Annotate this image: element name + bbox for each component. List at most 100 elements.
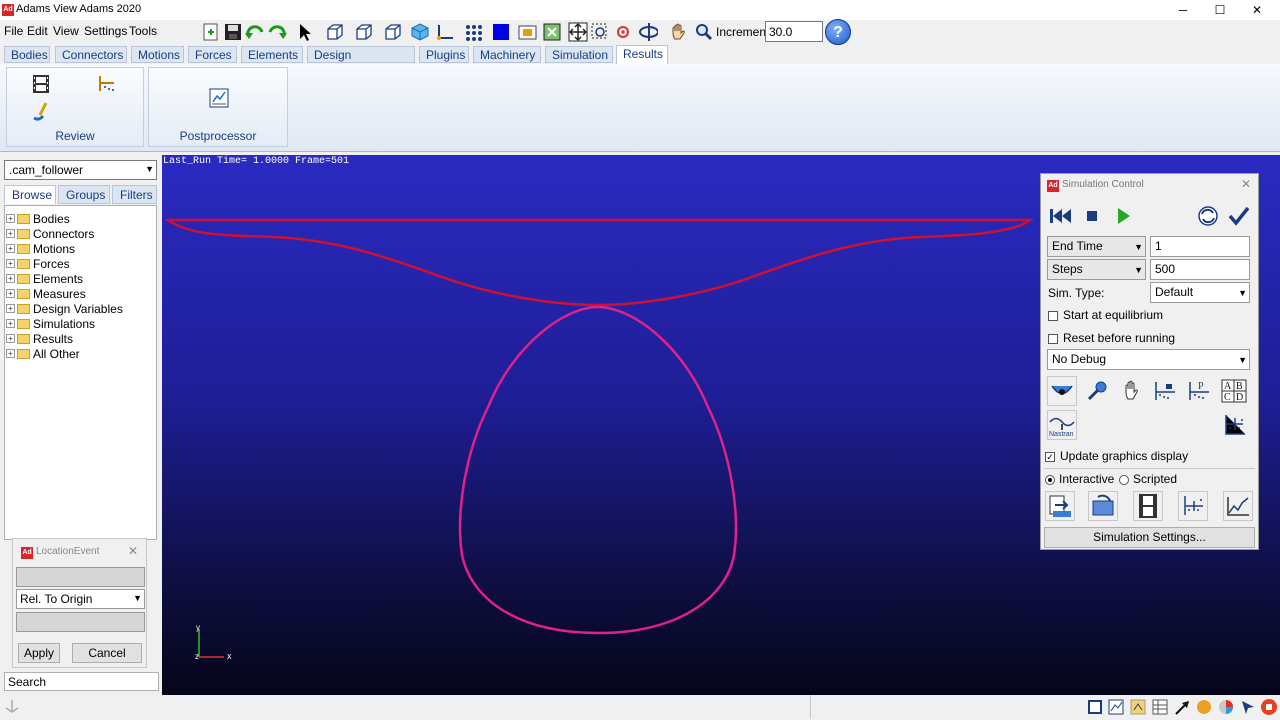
undo-icon[interactable] (245, 22, 265, 42)
refresh-button[interactable] (1193, 201, 1223, 231)
stop-status-icon[interactable] (1260, 698, 1278, 719)
model-select[interactable]: .cam_follower ▼ (4, 160, 157, 180)
reset-to-start-button[interactable] (1045, 201, 1075, 231)
center-view-icon[interactable] (613, 22, 633, 42)
location-mode-select[interactable]: Rel. To Origin ▼ (16, 589, 145, 609)
stop-button[interactable] (1077, 201, 1107, 231)
tree-item[interactable]: + Simulations (6, 316, 95, 331)
zoom-magnifier-icon[interactable] (694, 22, 714, 42)
tree-item[interactable]: + Bodies (6, 211, 70, 226)
view-mode-icon[interactable] (1087, 699, 1103, 718)
load-results-icon[interactable] (1088, 491, 1118, 521)
tab-filters[interactable]: Filters (112, 185, 157, 204)
start-equilibrium-checkbox[interactable] (1048, 310, 1058, 321)
measure-plot-icon[interactable] (97, 75, 117, 96)
tree-item[interactable]: + Measures (6, 286, 86, 301)
zoom-box-icon[interactable] (590, 22, 610, 42)
plot-p-icon[interactable]: P (1184, 376, 1214, 406)
tab-forces[interactable]: Forces (188, 46, 237, 63)
pan-hand-icon[interactable] (668, 22, 688, 42)
location-input[interactable] (16, 567, 145, 587)
start-equilibrium-row[interactable]: Start at equilibrium (1048, 308, 1163, 322)
film-animation-icon[interactable] (1133, 491, 1163, 521)
redo-icon[interactable] (267, 22, 287, 42)
hand-interact-icon[interactable] (1116, 376, 1146, 406)
checkmark-icon[interactable] (1224, 201, 1254, 231)
tab-design-exploration[interactable]: Design Exploration (307, 46, 415, 76)
expand-icon[interactable]: + (6, 349, 15, 358)
menu-tools[interactable]: Tools (129, 24, 157, 38)
grid-dots-icon[interactable] (464, 22, 484, 42)
reset-before-row[interactable]: Reset before running (1048, 331, 1175, 345)
steps-input[interactable]: 500 (1150, 259, 1250, 280)
tree-item[interactable]: + Elements (6, 271, 83, 286)
tab-machinery[interactable]: Machinery (473, 46, 541, 63)
follower-outline[interactable] (164, 218, 1035, 307)
close-icon[interactable]: ✕ (128, 544, 138, 558)
background-color-icon[interactable] (491, 22, 511, 42)
tree-item[interactable]: + Motions (6, 241, 75, 256)
save-icon[interactable] (223, 22, 243, 42)
postprocessor-icon[interactable] (209, 88, 229, 111)
tab-results[interactable]: Results (616, 45, 668, 64)
view-front-icon[interactable] (325, 22, 345, 42)
expand-icon[interactable]: + (6, 274, 15, 283)
scripted-row[interactable]: Scripted (1119, 472, 1177, 486)
play-button[interactable] (1108, 201, 1138, 231)
location-value-field[interactable] (16, 612, 145, 632)
scripted-radio[interactable] (1119, 474, 1129, 485)
tree-item[interactable]: + All Other (6, 346, 80, 361)
flag-status-icon[interactable] (1174, 699, 1190, 718)
view-fit-icon[interactable] (518, 22, 538, 42)
save-results-icon[interactable] (1045, 491, 1075, 521)
expand-icon[interactable]: + (6, 319, 15, 328)
tab-connectors[interactable]: Connectors (55, 46, 127, 63)
zoom-fit-icon[interactable] (568, 22, 588, 42)
tab-plugins[interactable]: Plugins (419, 46, 469, 63)
animation-film-icon[interactable] (31, 74, 51, 97)
plot-curve-icon[interactable] (1223, 491, 1253, 521)
apply-button[interactable]: Apply (18, 643, 60, 663)
equilibrium-icon[interactable] (1047, 376, 1077, 406)
coordinate-system-icon[interactable] (435, 22, 455, 42)
tree-item[interactable]: + Design Variables (6, 301, 123, 316)
sim-type-select[interactable]: Default ▼ (1150, 282, 1250, 303)
tab-motions[interactable]: Motions (131, 46, 184, 63)
debug-select[interactable]: No Debug ▼ (1047, 349, 1250, 370)
expand-icon[interactable]: + (6, 244, 15, 253)
table-status-icon[interactable] (1152, 699, 1168, 718)
expand-icon[interactable]: + (6, 334, 15, 343)
menu-file[interactable]: File (4, 24, 23, 38)
expand-icon[interactable]: + (6, 289, 15, 298)
end-type-select[interactable]: End Time ▼ (1047, 236, 1146, 257)
expand-icon[interactable]: + (6, 214, 15, 223)
color-status-icon[interactable] (1218, 699, 1234, 718)
tab-browse[interactable]: Browse (4, 185, 56, 204)
end-time-input[interactable]: 1 (1150, 236, 1250, 257)
plot-axis-icon[interactable] (1219, 410, 1249, 440)
expand-icon[interactable]: + (6, 304, 15, 313)
menu-settings[interactable]: Settings (84, 24, 127, 38)
menu-edit[interactable]: Edit (27, 24, 48, 38)
expand-icon[interactable]: + (6, 259, 15, 268)
interactive-radio[interactable] (1045, 474, 1055, 485)
tab-groups[interactable]: Groups (58, 185, 110, 204)
simulation-settings-button[interactable]: Simulation Settings... (1044, 527, 1255, 548)
update-graphics-checkbox[interactable]: ✓ (1045, 451, 1055, 462)
tab-simulation[interactable]: Simulation (545, 46, 613, 63)
selection-status-icon[interactable] (1240, 699, 1256, 718)
plot-markers-icon[interactable] (1178, 491, 1208, 521)
select-box-icon[interactable] (542, 22, 562, 42)
table-abcd-icon[interactable]: ABCD (1219, 376, 1249, 406)
probe-brush-icon[interactable] (31, 102, 51, 125)
expand-icon[interactable]: + (6, 229, 15, 238)
menu-view[interactable]: View (53, 24, 79, 38)
search-input[interactable]: Search (4, 672, 159, 691)
tab-elements[interactable]: Elements (241, 46, 303, 63)
rotate-view-icon[interactable] (638, 22, 658, 42)
close-icon[interactable]: ✕ (1241, 177, 1251, 191)
increment-input[interactable] (765, 21, 823, 42)
cam-outline[interactable] (458, 305, 738, 635)
cancel-button[interactable]: Cancel (72, 643, 142, 663)
tree-item[interactable]: + Forces (6, 256, 70, 271)
